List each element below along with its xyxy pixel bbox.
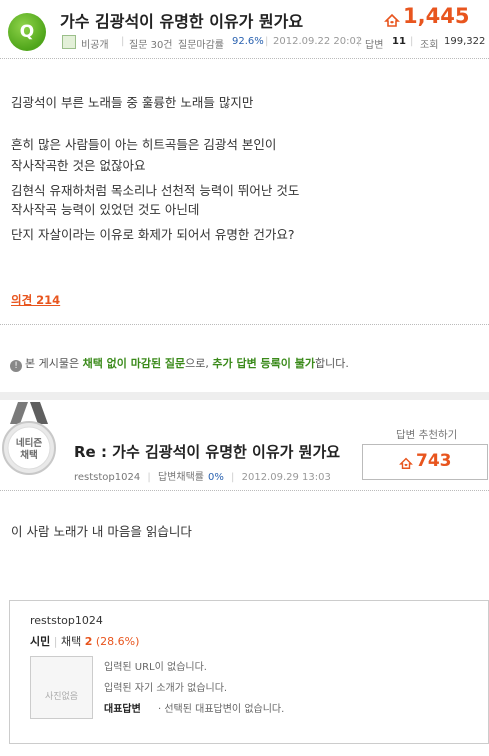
profile-photo-placeholder: 사진없음 — [30, 656, 93, 719]
views-count: 199,322 — [444, 36, 486, 47]
medal-label: 네티즌 — [16, 437, 42, 449]
divider — [0, 58, 489, 59]
profile-grade-row: 시민 | 채택 2 (28.6%) — [30, 633, 139, 649]
notice-highlight: 채택 없이 마감된 질문 — [82, 357, 186, 370]
question-body-line: 작사작곡 능력이 있었던 것도 아닌데 — [11, 202, 200, 217]
no-photo-label: 사진없음 — [44, 692, 79, 702]
question-body-line: 흔히 많은 사람들이 아는 히트곡들은 김광석 본인이 — [11, 137, 277, 152]
meta-separator: | — [265, 36, 269, 47]
close-rate: 92.6% — [232, 36, 264, 47]
like-count: 1,445 — [403, 4, 470, 28]
profile-adopt-pct: (28.6%) — [95, 635, 140, 648]
medal-label: 채택 — [20, 449, 37, 461]
answer-meta: reststop1024 | 답변채택률 0% | 2012.09.29 13:0… — [74, 468, 335, 483]
close-rate-label: 질문마감률 — [178, 40, 224, 51]
question-datetime: 2012.09.22 20:02 — [273, 36, 363, 47]
question-body-line: 작사작곡한 것은 없잖아요 — [11, 158, 146, 173]
notice-highlight: 추가 답변 등록이 불가 — [212, 357, 315, 370]
answers-label: 답변 — [365, 40, 384, 51]
meta-separator: | — [121, 36, 125, 47]
author-name[interactable]: 비공개 — [81, 36, 109, 51]
closed-notice: ! 본 게시물은 채택 없이 마감된 질문으로, 추가 답변 등록이 불가합니다. — [10, 355, 349, 372]
notice-text: 합니다. — [314, 357, 349, 370]
views-label: 조회 — [420, 40, 439, 51]
section-separator — [0, 392, 489, 400]
question-body-line: 단지 자살이라는 이유로 화제가 되어서 유명한 건가요? — [11, 227, 295, 242]
opinion-link[interactable]: 의견 214 — [11, 292, 60, 308]
recommend-count: 743 — [416, 451, 452, 471]
recommend-label: 답변 추천하기 — [396, 429, 458, 441]
recommend-button[interactable]: 743 — [362, 444, 488, 480]
question-badge-icon: Q — [8, 13, 46, 51]
profile-grade: 시민 — [30, 635, 51, 648]
meta-separator: | — [147, 472, 151, 483]
profile-adopt-count: 2 — [84, 635, 93, 648]
answer-author[interactable]: reststop1024 — [74, 472, 140, 483]
answerer-profile-card: reststop1024 시민 | 채택 2 (28.6%) 사진없음 입력된 … — [9, 600, 489, 744]
rep-answer-label: 대표답변 — [104, 704, 141, 715]
like-icon[interactable] — [384, 12, 400, 28]
info-icon: ! — [10, 360, 22, 372]
meta-separator: | — [357, 36, 361, 47]
author-avatar-icon — [62, 35, 76, 49]
notice-text: 본 게시물은 — [25, 357, 83, 370]
netizen-adopt-medal-icon: 네티즌 채택 — [2, 402, 56, 475]
divider — [0, 324, 489, 325]
profile-name[interactable]: reststop1024 — [30, 614, 103, 627]
divider — [0, 490, 489, 491]
question-meta: 비공개 | 질문 30건 질문마감률 92.6% | 2012.09.22 20… — [62, 34, 486, 52]
answer-title: Re : 가수 김광석이 유명한 이유가 뭔가요 — [74, 443, 341, 461]
meta-separator: | — [231, 472, 235, 483]
adopt-rate-label: 답변채택률 — [157, 472, 204, 483]
notice-text: 으로, — [185, 357, 213, 370]
question-title: 가수 김광석이 유명한 이유가 뭔가요 — [60, 12, 304, 31]
answer-datetime: 2012.09.29 13:03 — [241, 472, 331, 483]
profile-intro: 입력된 자기 소개가 없습니다. — [104, 683, 228, 694]
answers-count: 11 — [392, 36, 406, 47]
question-count: 질문 30건 — [129, 40, 173, 51]
question-header: Q 가수 김광석이 유명한 이유가 뭔가요 1,445 비공개 | 질문 30건… — [0, 0, 489, 58]
adopt-rate: 0% — [207, 472, 224, 483]
question-body-line: 김광석이 부른 노래들 중 훌륭한 노래들 많지만 — [11, 95, 254, 110]
question-body-line: 김현식 유재하처럼 목소리나 선천적 능력이 뛰어난 것도 — [11, 183, 300, 198]
profile-url: 입력된 URL이 없습니다. — [104, 662, 207, 673]
profile-adopt-label: 채택 — [60, 635, 82, 648]
meta-separator: | — [53, 635, 61, 648]
meta-separator: | — [410, 36, 414, 47]
like-icon — [399, 457, 413, 469]
rep-answer-text: · 선택된 대표답변이 없습니다. — [158, 704, 285, 715]
answer-body: 이 사람 노래가 내 마음을 읽습니다 — [11, 524, 192, 539]
